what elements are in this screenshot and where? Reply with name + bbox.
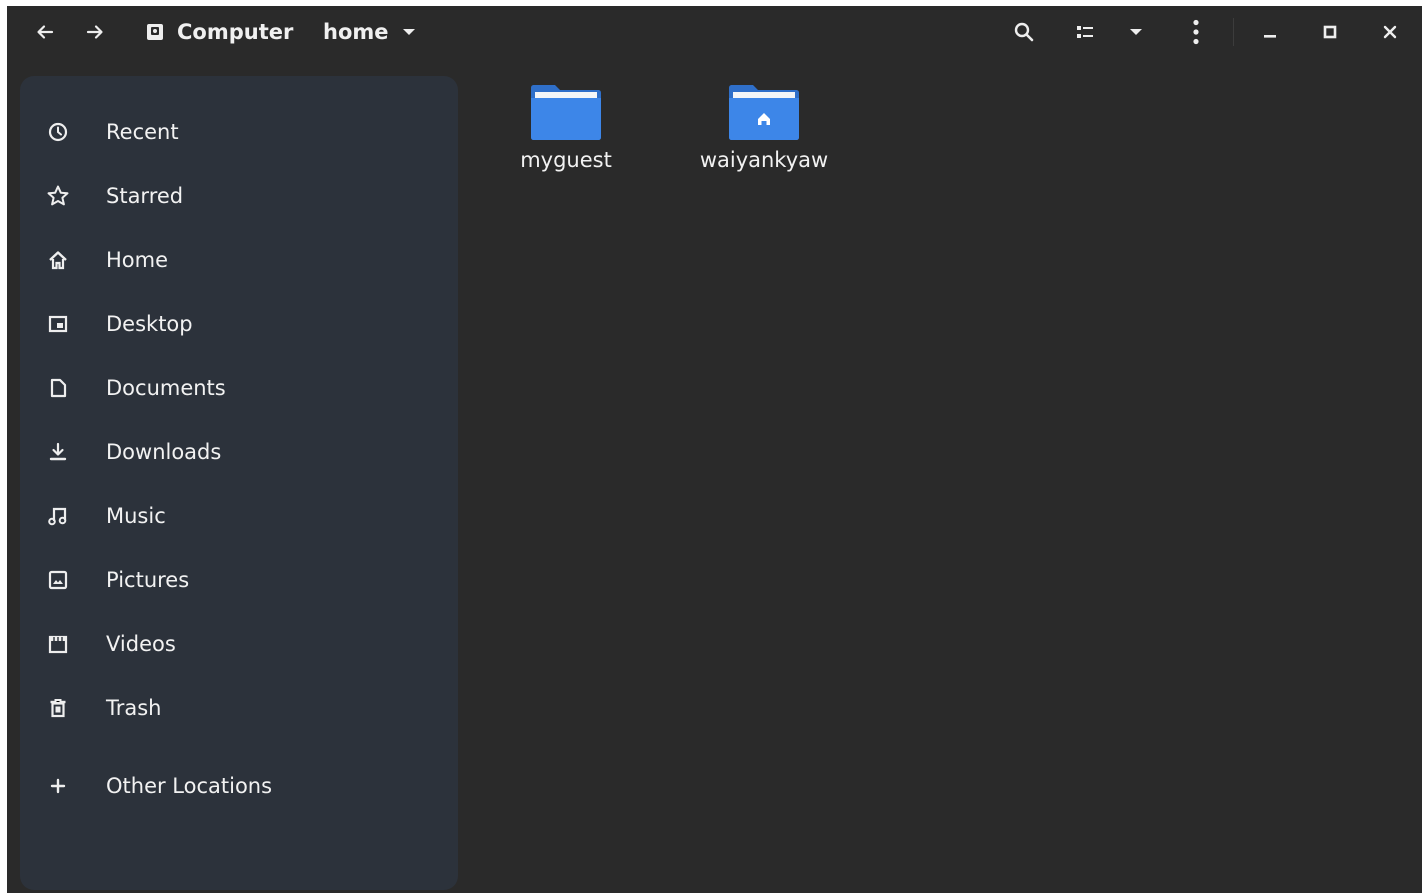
chevron-down-icon <box>402 29 415 35</box>
close-button[interactable] <box>1377 16 1403 48</box>
sidebar-item-music[interactable]: Music <box>20 488 458 544</box>
header-bar: Computer home <box>7 6 1422 58</box>
sidebar-item-starred[interactable]: Starred <box>20 168 458 224</box>
kebab-menu-icon <box>1193 19 1199 45</box>
sidebar: Recent Starred Home Desktop Documents Do… <box>20 76 458 890</box>
sidebar-item-label: Starred <box>106 184 184 208</box>
maximize-button[interactable] <box>1317 16 1343 48</box>
home-icon <box>46 248 70 272</box>
search-button[interactable] <box>1009 16 1039 48</box>
sidebar-item-trash[interactable]: Trash <box>20 680 458 736</box>
trash-icon <box>46 696 70 720</box>
sidebar-item-downloads[interactable]: Downloads <box>20 424 458 480</box>
sidebar-item-label: Home <box>106 248 169 272</box>
star-icon <box>46 184 70 208</box>
minimize-icon <box>1264 35 1276 38</box>
breadcrumb-label: home <box>323 20 389 44</box>
sidebar-item-label: Other Locations <box>106 774 273 798</box>
sidebar-item-label: Pictures <box>106 568 190 592</box>
sidebar-item-desktop[interactable]: Desktop <box>20 296 458 352</box>
breadcrumb-computer[interactable]: Computer <box>145 16 305 48</box>
sidebar-item-other-locations[interactable]: Other Locations <box>20 758 458 814</box>
picture-icon <box>46 568 70 592</box>
view-options-button[interactable] <box>1123 16 1149 48</box>
main-menu-button[interactable] <box>1183 16 1209 48</box>
header-separator <box>1233 18 1234 46</box>
download-icon <box>46 440 70 464</box>
back-button[interactable] <box>31 16 59 48</box>
folder-item-waiyankyaw[interactable]: waiyankyaw <box>684 82 844 202</box>
list-view-icon <box>1077 26 1093 38</box>
close-icon <box>1383 25 1397 39</box>
music-icon <box>46 504 70 528</box>
sidebar-item-label: Documents <box>106 376 226 400</box>
breadcrumb-home[interactable]: home <box>323 16 433 48</box>
sidebar-item-label: Downloads <box>106 440 222 464</box>
sidebar-item-recent[interactable]: Recent <box>20 104 458 160</box>
document-icon <box>46 376 70 400</box>
file-name: waiyankyaw <box>699 148 829 172</box>
sidebar-item-label: Music <box>106 504 166 528</box>
home-folder-icon <box>729 85 799 140</box>
folder-icon <box>531 85 601 140</box>
folder-item-myguest[interactable]: myguest <box>486 82 646 202</box>
sidebar-item-documents[interactable]: Documents <box>20 360 458 416</box>
sidebar-item-label: Desktop <box>106 312 193 336</box>
drive-icon <box>147 24 163 40</box>
file-view: myguest waiyankyaw <box>458 58 1422 893</box>
file-manager-window: Computer home Recent Starred Home Deskto… <box>7 6 1422 893</box>
sidebar-item-videos[interactable]: Videos <box>20 616 458 672</box>
sidebar-item-label: Videos <box>106 632 176 656</box>
forward-button[interactable] <box>81 16 109 48</box>
arrow-right-icon <box>86 25 103 39</box>
search-icon <box>1014 22 1034 42</box>
video-icon <box>46 632 70 656</box>
plus-icon <box>46 774 70 798</box>
clock-icon <box>46 120 70 144</box>
view-toggle-button[interactable] <box>1071 16 1099 48</box>
chevron-down-icon <box>1130 29 1142 35</box>
breadcrumb-label: Computer <box>177 20 294 44</box>
arrow-left-icon <box>37 25 54 39</box>
sidebar-item-home[interactable]: Home <box>20 232 458 288</box>
desktop-icon <box>46 312 70 336</box>
sidebar-item-label: Recent <box>106 120 179 144</box>
minimize-button[interactable] <box>1257 16 1283 48</box>
sidebar-item-pictures[interactable]: Pictures <box>20 552 458 608</box>
file-name: myguest <box>520 148 612 172</box>
maximize-icon <box>1323 25 1337 39</box>
sidebar-item-label: Trash <box>106 696 162 720</box>
